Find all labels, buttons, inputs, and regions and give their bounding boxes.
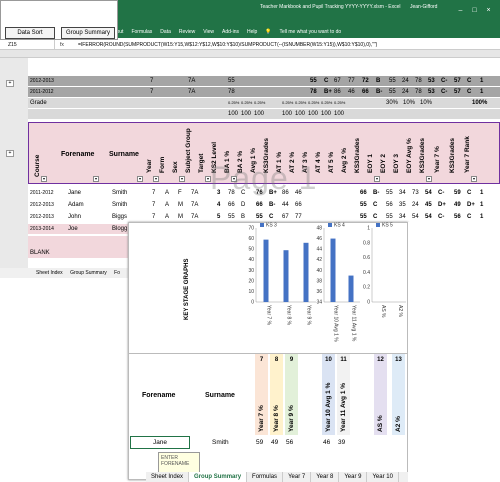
header-a2: A2 %: [395, 416, 402, 432]
column-number: 9: [289, 357, 294, 363]
x-tick-label: A2 %: [397, 305, 403, 318]
legend-label: KS 4: [334, 223, 345, 229]
tooltip-line: FORENAME: [161, 461, 190, 467]
cell-year11[interactable]: 39: [338, 439, 345, 446]
y-tick-label: 0.2: [363, 285, 370, 291]
header-year7: Year 7 %: [258, 405, 265, 432]
column-number: 11: [340, 357, 347, 363]
header-year10: Year 10 Avg 1 %: [325, 382, 332, 432]
header-surname: Surname: [205, 392, 235, 399]
y-tick-label: 0.4: [363, 270, 370, 276]
column-number: 13: [395, 357, 402, 363]
y-tick-label: 36: [316, 289, 322, 295]
sheet-tab[interactable]: Year 8: [311, 472, 340, 482]
bar: [283, 250, 289, 302]
header-year9: Year 9 %: [288, 405, 295, 432]
header-forename: Forename: [142, 392, 176, 399]
header-as: AS %: [377, 415, 384, 432]
y-tick-label: 0: [251, 300, 254, 306]
y-tick-label: 20: [248, 278, 254, 284]
sheet-tab-active[interactable]: Group Summary: [189, 472, 248, 482]
y-tick-label: 48: [316, 226, 322, 232]
header-year11: Year 11 Avg 1 %: [340, 382, 347, 432]
cell-year7[interactable]: 59: [256, 439, 263, 446]
y-tick-label: 10: [248, 289, 254, 295]
y-tick-label: 34: [316, 300, 322, 306]
legend-swatch: [328, 223, 332, 227]
y-tick-label: 40: [248, 257, 254, 263]
y-tick-label: 42: [316, 257, 322, 263]
y-tick-label: 0.6: [363, 255, 370, 261]
cell-year8[interactable]: 49: [271, 439, 278, 446]
legend-swatch: [260, 223, 264, 227]
input-message-tooltip: ENTER FORENAME: [158, 452, 200, 474]
y-tick-label: 60: [248, 236, 254, 242]
cell-year10[interactable]: 46: [323, 439, 330, 446]
y-tick-label: 0.8: [363, 240, 370, 246]
y-tick-label: 70: [248, 226, 254, 232]
x-tick-label: Year 10 Avg 1 %: [333, 305, 339, 342]
sheet-tab[interactable]: Formulas: [247, 472, 284, 482]
header-year8: Year 8 %: [273, 405, 280, 432]
column-number: 12: [377, 357, 384, 363]
bar: [303, 242, 309, 302]
legend-label: KS 3: [266, 223, 277, 229]
y-tick-label: 44: [316, 247, 322, 253]
x-tick-label: Year 9 %: [306, 305, 312, 326]
x-tick-label: Year 8 %: [286, 305, 292, 326]
column-number: 7: [259, 357, 264, 363]
x-tick-label: Year 7 %: [266, 305, 272, 326]
y-tick-label: 1: [367, 226, 370, 232]
x-tick-label: AS %: [380, 305, 386, 318]
forename-input-cell[interactable]: Jane: [130, 436, 190, 449]
cell-year9[interactable]: 56: [286, 439, 293, 446]
y-tick-label: 50: [248, 247, 254, 253]
y-tick-label: 46: [316, 236, 322, 242]
column-number: 10: [325, 357, 332, 363]
legend-swatch: [376, 223, 380, 227]
x-tick-label: Year 11 Avg 1 %: [351, 305, 357, 342]
sheet-tab[interactable]: Sheet Index: [146, 472, 190, 482]
cell-surname[interactable]: Smith: [212, 439, 229, 446]
y-tick-label: 38: [316, 278, 322, 284]
sheet-tab[interactable]: Year 10: [367, 472, 399, 482]
legend-label: KS 5: [382, 223, 393, 229]
column-number: 8: [274, 357, 279, 363]
y-tick-label: 30: [248, 268, 254, 274]
bar: [348, 275, 354, 302]
sheet-tab[interactable]: Year 7: [283, 472, 312, 482]
bar: [263, 239, 269, 302]
sheet-tab[interactable]: Year 9: [339, 472, 368, 482]
y-tick-label: 0: [367, 300, 370, 306]
y-tick-label: 40: [316, 268, 322, 274]
sheet-tab-bar: Sheet Index Group Summary Formulas Year …: [146, 472, 408, 482]
bar: [330, 238, 336, 302]
